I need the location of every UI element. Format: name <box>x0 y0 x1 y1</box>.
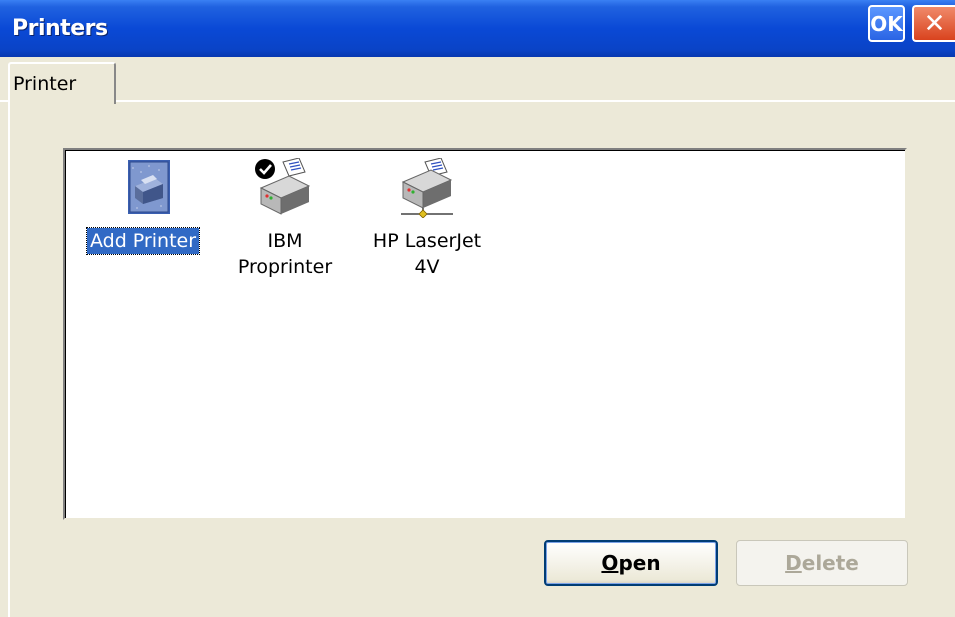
open-button[interactable]: Open <box>544 540 718 586</box>
printers-window: Printers OK ✕ Printer Add Printer IBM Pr… <box>0 0 955 617</box>
close-button[interactable]: ✕ <box>912 5 955 42</box>
add-printer-icon <box>128 160 170 214</box>
printer-item-add-printer[interactable]: Add Printer <box>68 158 218 255</box>
tab-strip-border <box>0 100 955 102</box>
close-icon: ✕ <box>923 8 946 39</box>
title-bar[interactable]: Printers OK ✕ <box>0 0 955 57</box>
printer-label: HP LaserJet 4V <box>370 228 484 280</box>
printer-label-line1: IBM <box>267 230 303 252</box>
tab-printer[interactable]: Printer <box>8 62 116 104</box>
printer-item-hp-laserjet-4v[interactable]: HP LaserJet 4V <box>352 158 502 280</box>
printer-item-ibm-proprinter[interactable]: IBM Proprinter <box>210 158 360 280</box>
ok-label: OK <box>870 11 903 36</box>
printer-label-line2: 4V <box>414 256 440 278</box>
network-printer-icon <box>401 158 453 218</box>
open-label-rest: pen <box>618 551 661 575</box>
printer-label-line2: Proprinter <box>237 256 333 278</box>
window-title: Printers <box>12 16 108 41</box>
open-accel: O <box>601 551 619 575</box>
tab-panel-edge <box>8 100 10 617</box>
tab-printer-label: Printer <box>13 73 77 95</box>
delete-accel: D <box>785 551 802 575</box>
ok-button[interactable]: OK <box>868 5 905 42</box>
delete-button[interactable]: Delete <box>736 540 908 586</box>
printer-label: Add Printer <box>85 227 201 255</box>
default-printer-icon <box>255 158 311 215</box>
delete-label-rest: elete <box>801 551 859 575</box>
printer-label: IBM Proprinter <box>235 228 335 280</box>
printer-label-line1: HP LaserJet <box>372 230 482 252</box>
printer-list[interactable]: Add Printer IBM Proprinter HP LaserJet 4… <box>63 148 907 520</box>
